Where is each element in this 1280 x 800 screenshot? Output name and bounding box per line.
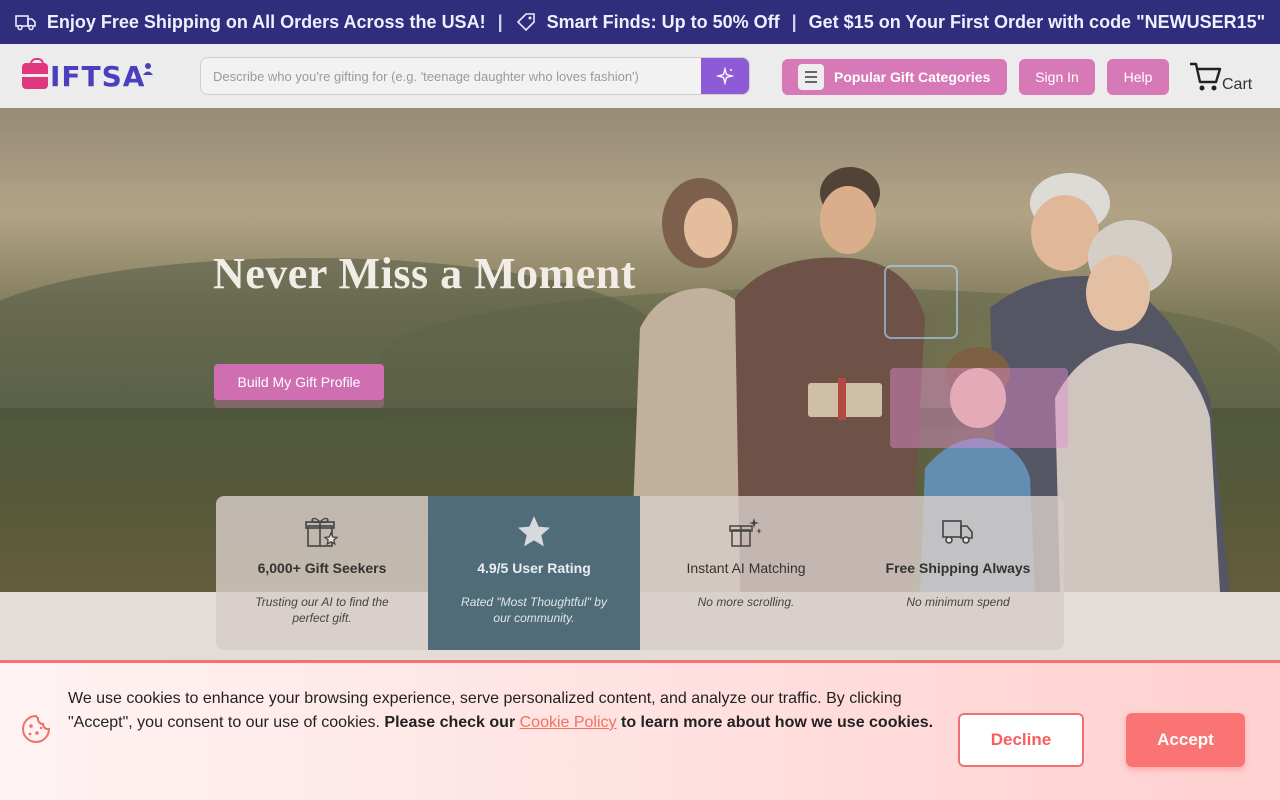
- stat-title: 4.9/5 User Rating: [477, 560, 591, 576]
- cart-label: Cart: [1222, 76, 1253, 93]
- cart-link[interactable]: Cart: [1188, 58, 1252, 94]
- cookie-text-bold: to learn more about how we use cookies.: [616, 714, 934, 731]
- gift-star-icon: [304, 514, 340, 550]
- person-logo-icon: [143, 63, 154, 75]
- cookie-banner: We use cookies to enhance your browsing …: [0, 660, 1280, 800]
- categories-label: Popular Gift Categories: [834, 69, 991, 85]
- stat-description: Rated "Most Thoughtful" by our community…: [461, 595, 607, 625]
- truck-icon: [15, 11, 37, 33]
- stat-ai-matching: Instant AI Matching No more scrolling.: [640, 496, 852, 650]
- decline-button[interactable]: Decline: [958, 713, 1084, 767]
- stat-title: Instant AI Matching: [686, 560, 806, 576]
- ai-search-button[interactable]: [701, 58, 749, 94]
- stat-title: 6,000+ Gift Seekers: [257, 560, 387, 576]
- separator: |: [791, 11, 797, 32]
- stats-bar: 6,000+ Gift Seekers Trusting our AI to f…: [216, 496, 1064, 650]
- gift-logo-icon: [22, 58, 48, 89]
- stat-user-rating: 4.9/5 User Rating Rated "Most Thoughtful…: [428, 496, 640, 650]
- popular-categories-button[interactable]: Popular Gift Categories: [782, 59, 1007, 95]
- logo-text: IFTSA: [50, 59, 146, 93]
- announcement-bar: Enjoy Free Shipping on All Orders Across…: [0, 0, 1280, 44]
- help-button[interactable]: Help: [1107, 59, 1169, 95]
- separator: |: [497, 11, 503, 32]
- promo-announcement: Get $15 on Your First Order with code "N…: [808, 11, 1266, 32]
- cookie-text-bold: Please check our: [384, 714, 520, 731]
- stat-description: No more scrolling.: [697, 595, 795, 609]
- accept-button[interactable]: Accept: [1126, 713, 1245, 767]
- tag-icon: [515, 11, 537, 33]
- site-logo[interactable]: IFTSA: [22, 58, 155, 94]
- stat-description: No minimum spend: [906, 595, 1010, 609]
- stat-free-shipping: Free Shipping Always No minimum spend: [852, 496, 1064, 650]
- stat-gift-seekers: 6,000+ Gift Seekers Trusting our AI to f…: [216, 496, 428, 650]
- cookie-policy-link[interactable]: Cookie Policy: [520, 714, 617, 731]
- search-input[interactable]: [201, 58, 703, 94]
- build-gift-profile-button[interactable]: Build My Gift Profile: [214, 364, 384, 400]
- hero-title: Never Miss a Moment: [213, 249, 636, 298]
- cookie-icon: [22, 714, 51, 743]
- cookie-message: We use cookies to enhance your browsing …: [68, 687, 948, 735]
- shipping-announcement: Enjoy Free Shipping on All Orders Across…: [46, 11, 486, 32]
- star-icon: [516, 514, 552, 550]
- deals-announcement: Smart Finds: Up to 50% Off: [546, 11, 780, 32]
- truck-icon: [940, 514, 976, 550]
- sparkle-gift-icon: [728, 514, 764, 550]
- search-bar: [200, 57, 750, 95]
- sparkle-icon: [716, 67, 734, 85]
- sign-in-button[interactable]: Sign In: [1019, 59, 1095, 95]
- site-header: IFTSA Popular Gift Categories Sign In He…: [0, 44, 1280, 108]
- stat-description: Trusting our AI to find the perfect gift…: [255, 595, 389, 625]
- cart-icon: [1190, 62, 1222, 91]
- menu-icon: [798, 64, 824, 90]
- stat-title: Free Shipping Always: [885, 560, 1031, 576]
